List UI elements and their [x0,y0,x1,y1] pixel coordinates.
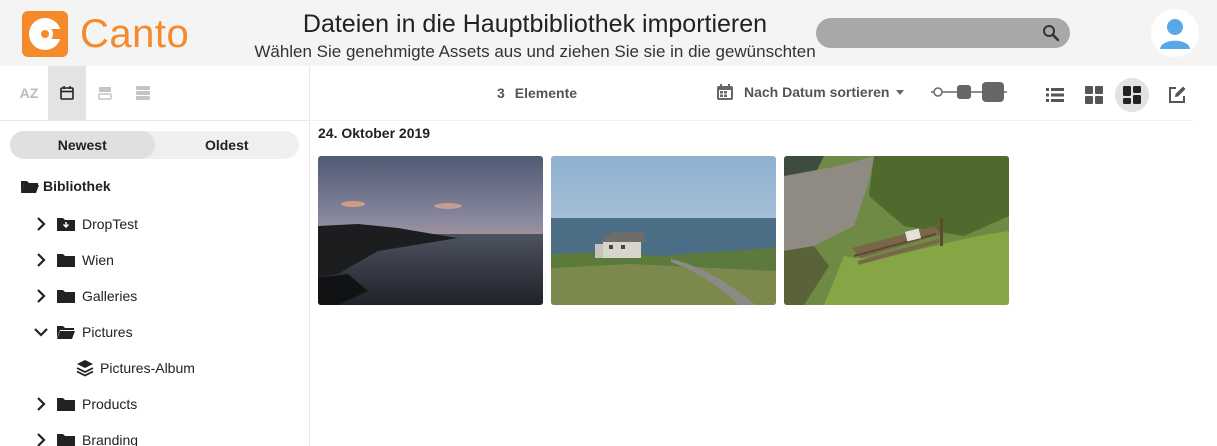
tree-item-wien[interactable]: Wien [34,248,114,272]
sidebar: AZ Newest Oldest Bibliothek DropTest Wie… [0,66,310,446]
tree-item-droptest[interactable]: DropTest [34,212,138,236]
sort-order-toggle: Newest Oldest [10,131,299,159]
tree-item-products[interactable]: Products [34,392,137,416]
tree-root-bibliothek[interactable]: Bibliothek [20,174,111,198]
canto-logo-text: Canto [80,12,190,56]
folder-icon [57,398,75,411]
list-view-button[interactable] [1038,78,1072,112]
item-count: 3 Elemente [497,85,577,101]
newest-option[interactable]: Newest [10,131,155,159]
chevron-right-icon[interactable] [34,253,48,267]
sort-label: Nach Datum sortieren [744,84,890,100]
page-title: Dateien in die Hauptbibliothek importier… [302,10,768,38]
caret-down-icon [896,89,905,95]
item-count-number: 3 [497,85,505,101]
tree-item-label: Products [82,396,138,412]
stack-icon [136,86,150,100]
sunset-coast-thumbnail[interactable] [318,156,543,305]
folder-open-icon [21,181,39,193]
chevron-right-icon[interactable] [34,289,48,303]
alphabetical-sort-button[interactable]: AZ [10,66,48,120]
content-toolbar: 3 Elemente Nach Datum sortieren [311,66,1193,121]
tree-item-pictures[interactable]: Pictures [34,320,133,344]
stacked-view-button[interactable] [124,66,162,120]
page-subtitle: Wählen Sie genehmigte Assets aus und zie… [254,42,816,61]
tree-item-label: Galleries [82,288,138,304]
chevron-right-icon[interactable] [34,217,48,231]
date-group-heading: 24. Oktober 2019 [318,125,431,141]
az-label: AZ [19,85,39,101]
drop-folder-icon [57,218,75,231]
calendar-view-button[interactable] [48,66,86,120]
edit-icon [1169,86,1186,103]
tree-item-pictures-album[interactable]: Pictures-Album [76,356,195,380]
tree-item-label: Pictures-Album [100,360,195,376]
tree-item-label: Branding [82,432,139,446]
thumbnail-size-slider[interactable] [929,80,1009,104]
calendar-icon [717,84,733,100]
folder-icon [57,254,75,267]
user-avatar-icon[interactable] [1151,9,1199,57]
search-input[interactable] [816,18,1070,48]
calendar-icon [60,86,74,100]
grid-view-icon [1085,86,1103,104]
tree-item-galleries[interactable]: Galleries [34,284,137,308]
folder-open-icon [57,326,75,339]
compact-view-button[interactable] [86,66,124,120]
app-header: Canto Dateien in die Hauptbibliothek imp… [0,0,1217,66]
oldest-option[interactable]: Oldest [155,131,300,159]
mosaic-view-icon [1123,86,1141,104]
tree-item-branding[interactable]: Branding [34,428,138,446]
sort-by-date-dropdown[interactable]: Nach Datum sortieren [715,82,905,102]
sidebar-view-bar: AZ [0,66,310,121]
edit-button[interactable] [1160,78,1194,112]
item-count-label: Elemente [514,85,578,101]
title-block: Dateien in die Hauptbibliothek importier… [230,8,840,64]
chevron-right-icon[interactable] [34,433,48,446]
canto-logo-mark [22,11,68,57]
tree-item-label: DropTest [82,216,139,232]
album-layers-icon [76,360,94,377]
tree-root-label: Bibliothek [43,178,111,194]
tree-item-label: Wien [82,252,114,268]
chevron-down-icon[interactable] [34,325,48,339]
grid-view-button[interactable] [1077,78,1111,112]
folder-icon [57,290,75,303]
mosaic-view-button[interactable] [1115,78,1149,112]
rows-icon [98,87,112,100]
house-on-cliff-thumbnail[interactable] [551,156,776,305]
folder-icon [57,434,75,446]
canto-logo[interactable]: Canto [22,11,189,57]
chevron-right-icon[interactable] [34,397,48,411]
grassy-cliff-fence-thumbnail[interactable] [784,156,1009,305]
tree-item-label: Pictures [82,324,133,340]
search-icon[interactable] [1042,24,1060,42]
list-view-icon [1046,88,1064,102]
